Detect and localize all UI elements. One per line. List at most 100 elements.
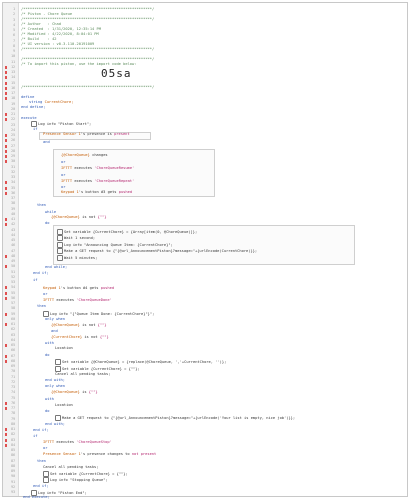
code-line: or xyxy=(43,292,48,296)
line-number: 69 xyxy=(11,364,15,368)
line-marker xyxy=(4,312,7,316)
code-line[interactable]: Set variable {@ChoreQueue} = {replace(@C… xyxy=(55,359,226,365)
log-icon xyxy=(43,477,49,483)
line-marker xyxy=(4,354,7,358)
wait-icon xyxy=(57,235,63,241)
code-line: end with; xyxy=(45,422,65,426)
code-line[interactable]: Wait 1 second; xyxy=(57,235,95,241)
code-line[interactable]: Set variable {CurrentChore} = {""}; xyxy=(43,471,128,477)
line-number: 74 xyxy=(11,390,15,395)
line-number: 6 xyxy=(13,33,15,38)
line-number: 45 xyxy=(11,238,15,242)
line-number: 8 xyxy=(13,43,15,48)
code-line: Presence Sensor 1's presence is present xyxy=(43,132,130,136)
code-line: and xyxy=(43,140,50,144)
line-number: 20 xyxy=(11,106,15,111)
code-line: IFTTT executes 'ChoreQueueDone' xyxy=(43,298,112,302)
line-number: 90 xyxy=(11,474,15,479)
code-line[interactable]: Cancel all pending tasks; xyxy=(43,465,99,470)
line-marker xyxy=(4,65,7,69)
line-marker xyxy=(4,134,7,137)
line-marker xyxy=(4,113,7,116)
line-number: 37 xyxy=(11,196,15,200)
line-marker xyxy=(4,438,7,442)
import-code[interactable]: 05sa xyxy=(101,67,132,80)
code-line: if xyxy=(33,434,38,438)
line-number: 88 xyxy=(11,463,15,468)
code-line: then xyxy=(37,304,46,308)
line-marker xyxy=(4,401,7,405)
code-line[interactable]: Wait 5 minutes; xyxy=(57,255,97,261)
line-number: 46 xyxy=(11,243,15,248)
line-marker xyxy=(4,433,7,437)
code-line: or xyxy=(43,446,48,450)
code-line[interactable]: Make a GET request to {"{@url_Announceme… xyxy=(57,248,257,254)
line-number: 5 xyxy=(13,28,15,32)
code-line[interactable]: Set variable {CurrentChore} = {""}; xyxy=(55,366,140,372)
line-number: 79 xyxy=(11,416,15,421)
line-number: 47 xyxy=(11,248,15,253)
code-line: do xyxy=(45,409,50,413)
line-number: 10 xyxy=(11,54,15,59)
code-line[interactable]: Set variable {CurrentChore} = {Array[ite… xyxy=(57,229,197,235)
line-number: 60 xyxy=(11,316,15,321)
line-marker xyxy=(4,223,7,227)
line-number: 64 xyxy=(11,337,15,342)
wait-icon xyxy=(57,255,63,261)
line-marker xyxy=(4,191,7,195)
line-marker xyxy=(4,92,7,95)
code-line: with xyxy=(45,397,54,401)
code-line[interactable]: Log info "Announcing Queue Item: {Curren… xyxy=(57,242,173,248)
line-number: 92 xyxy=(11,484,15,489)
code-line: IFTTT executes 'ChoreQueueResume' xyxy=(61,166,135,170)
line-number: 11 xyxy=(11,59,15,64)
line-number: 49 xyxy=(11,259,15,263)
code-line: end if; xyxy=(33,271,49,275)
line-marker xyxy=(4,296,7,300)
code-line: {@ChoreQueue} is not {""} xyxy=(51,323,107,327)
line-number: 43 xyxy=(11,227,15,232)
line-number: 31 xyxy=(11,164,15,169)
line-number: 91 xyxy=(11,479,15,484)
line-number: 71 xyxy=(11,374,15,379)
line-number: 87 xyxy=(11,458,15,463)
code-line: end if; xyxy=(33,484,49,488)
code-line: and xyxy=(51,329,58,333)
code-line: {CurrentChore} is not {""} xyxy=(51,335,109,339)
line-number: 52 xyxy=(11,274,15,279)
line-number: 75 xyxy=(11,395,15,400)
line-number: 19 xyxy=(11,101,15,106)
http-request-icon xyxy=(57,248,63,254)
line-marker xyxy=(4,443,7,447)
line-number: 4 xyxy=(13,22,15,27)
code-line: {@ChoreQueue} is not {""} xyxy=(51,215,107,219)
code-line[interactable]: Log info "Stopping Queue"; xyxy=(43,477,108,483)
line-number: 2 xyxy=(13,12,15,17)
line-marker xyxy=(4,81,7,85)
code-line[interactable]: Make a GET request to {"{@url_Announceme… xyxy=(55,415,295,421)
code-line: only when xyxy=(45,317,65,321)
code-line: with xyxy=(45,341,54,345)
code-line[interactable]: Log info "Piston Start"; xyxy=(31,121,91,127)
line-number: 38 xyxy=(11,201,15,206)
code-line: if xyxy=(33,278,38,282)
code-line: end with; xyxy=(45,378,65,382)
code-line: Location xyxy=(55,403,73,407)
line-marker xyxy=(4,71,7,74)
code-line: Keypad 1's button #3 gets pushed xyxy=(61,190,133,194)
code-line: or xyxy=(61,160,66,164)
line-number: 57 xyxy=(11,301,15,305)
code-line: do xyxy=(45,353,50,357)
code-line: end if; xyxy=(33,428,49,432)
line-number: 40 xyxy=(11,211,15,216)
line-marker xyxy=(4,160,7,164)
line-number: 33 xyxy=(11,175,15,179)
line-marker xyxy=(4,265,7,269)
line-number: 1 xyxy=(13,7,15,11)
code-line[interactable]: Cancel all pending tasks; xyxy=(55,372,111,377)
code-line[interactable]: Log info "{"Queue Item Done: {CurrentCho… xyxy=(43,311,154,317)
code-line: if xyxy=(33,127,38,131)
line-marker xyxy=(4,118,7,122)
line-marker xyxy=(4,155,7,158)
line-number: 58 xyxy=(11,306,15,311)
